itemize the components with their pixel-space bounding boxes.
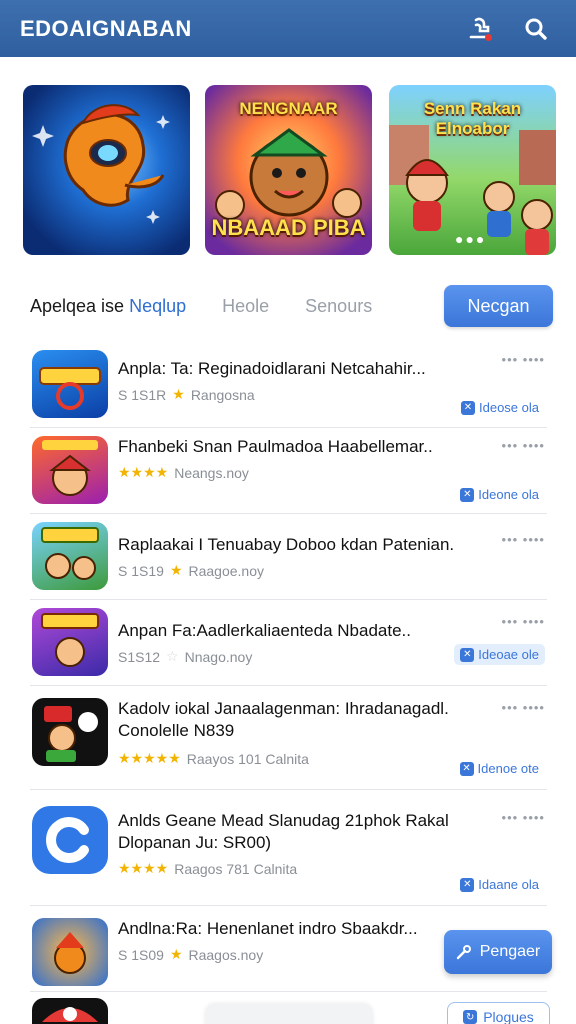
tab-heole[interactable]: Heole — [222, 296, 269, 317]
app-icon — [32, 608, 108, 676]
list-item-meta: S1S12 ☆ Nnago.noy — [118, 648, 252, 665]
more-options-icon[interactable]: ••• •••• — [502, 700, 545, 715]
featured-carousel: NENGNAAR NBAAAD PIBA Senn Rakan Elnoabor… — [23, 85, 559, 255]
list-item[interactable]: Raplaakai I Tenuabay Doboo kdan Patenian… — [30, 514, 547, 600]
list-item-rating-text: Raagoe.noy — [188, 562, 265, 579]
action-icon: ✕ — [459, 761, 474, 776]
list-item[interactable]: Anlds Geane Mead Slanudag 21phok Rakal D… — [30, 790, 547, 906]
star-icon: ☆ — [166, 648, 179, 664]
list-item-action-label: Ideoae ole — [478, 647, 539, 662]
action-icon: ✕ — [460, 487, 475, 502]
app-icon — [32, 998, 108, 1024]
app-icon — [32, 698, 108, 766]
app-icon — [32, 522, 108, 590]
list-item-meta: ★★★★ Neangs.noy — [118, 464, 249, 481]
list-item-rating-text: Rangosna — [190, 386, 255, 403]
list-item-code: S1S12 — [118, 648, 161, 665]
list-item-meta: S 1S19 ★ Raagoe.noy — [118, 562, 264, 579]
star-icon: ★ — [172, 386, 185, 402]
more-options-icon[interactable]: ••• •••• — [502, 352, 545, 367]
list-item-rating-text: Nnago.noy — [184, 648, 253, 665]
list-item-meta: S 1S1R ★ Rangosna — [118, 386, 255, 403]
list-item-rating-text: Raagos.noy — [188, 946, 264, 963]
app-icon — [32, 918, 108, 986]
list-item-rating-text: Neangs.noy — [174, 464, 249, 481]
list-item[interactable]: Kadolv iokal Janaalagenman: Ihradanagadl… — [30, 686, 547, 790]
bottom-popup[interactable] — [205, 1004, 373, 1024]
bottom-action-button[interactable]: ↻ Plogues — [447, 1002, 550, 1024]
search-icon[interactable] — [516, 9, 556, 49]
list-item-meta: S 1S09 ★ Raagos.noy — [118, 946, 263, 963]
tabs-action-button[interactable]: Necgan — [444, 285, 553, 327]
list-item-title: Kadolv iokal Janaalagenman: Ihradanagadl… — [118, 699, 449, 740]
featured-card-2-title: NENGNAAR — [239, 99, 338, 118]
app-icon — [32, 806, 108, 874]
list-item-action[interactable]: ✕ Idaane ola — [454, 874, 545, 895]
list-item-title: Anpla: Ta: Reginadoidlarani Netcahahir..… — [118, 359, 426, 378]
list-item-action-label: Ideose ola — [479, 400, 539, 415]
star-icon: ★ — [169, 946, 183, 962]
app-title: EDOAIGNABAN — [20, 15, 192, 41]
more-options-icon[interactable]: ••• •••• — [502, 810, 545, 825]
tab-senours[interactable]: Senours — [305, 296, 372, 317]
list-item[interactable]: Anpla: Ta: Reginadoidlarani Netcahahir..… — [30, 342, 547, 428]
app-header: EDOAIGNABAN — [0, 0, 576, 57]
list-item-meta: ★★★★★ Raayos 101 Calnita — [118, 750, 309, 767]
tab-active-label: Apelqea ise — [30, 295, 130, 316]
action-icon: ✕ — [460, 647, 475, 662]
list-item-action-label: Ideone ola — [478, 487, 539, 502]
featured-card-2-subtitle: NBAAAD PIBA — [211, 215, 366, 240]
list-item-rating-text: Raagos 781 Calnita — [174, 860, 298, 877]
carousel-dots[interactable]: ●●● — [455, 231, 486, 247]
notification-badge — [485, 33, 492, 41]
list-item-code: S 1S09 — [118, 946, 164, 963]
fab-label: Pengaer — [479, 943, 541, 960]
wrench-icon — [456, 945, 471, 960]
app-icon — [32, 436, 108, 504]
list-item-rating-text: Raayos 101 Calnita — [186, 750, 309, 767]
list-item[interactable]: Fhanbeki Snan Paulmadoa Haabellemar.. ★★… — [30, 428, 547, 514]
app-list: Anpla: Ta: Reginadoidlarani Netcahahir..… — [30, 342, 547, 992]
more-options-icon[interactable]: ••• •••• — [502, 532, 545, 547]
list-item-code: S 1S1R — [118, 386, 167, 403]
list-item-action[interactable]: ✕ Ideone ola — [454, 484, 545, 505]
list-item-action-label: Idenoe ote — [477, 761, 539, 776]
featured-card-3[interactable]: Senn Rakan Elnoabor ●●● — [389, 85, 556, 255]
list-item-title: Raplaakai I Tenuabay Doboo kdan Patenian… — [118, 535, 455, 554]
bottom-action-label: Plogues — [483, 1009, 534, 1024]
featured-card-2[interactable]: NENGNAAR NBAAAD PIBA — [205, 85, 372, 255]
list-item-title: Anlds Geane Mead Slanudag 21phok Rakal D… — [118, 811, 449, 852]
list-item-action[interactable]: ✕ Ideose ola — [455, 397, 545, 418]
action-icon: ✕ — [461, 400, 475, 415]
star-rating: ★★★★ — [118, 464, 169, 480]
more-options-icon[interactable]: ••• •••• — [502, 438, 545, 453]
floating-action-button[interactable]: Pengaer — [444, 930, 552, 974]
notifications-icon[interactable] — [460, 9, 500, 49]
star-rating: ★★★★★ — [118, 750, 181, 766]
list-item-title: Andlna:Ra: Henenlanet indro Sbaakdr... — [118, 919, 418, 938]
category-tabs: Apelqea ise Neqlup Heole Senours Necgan — [30, 284, 553, 328]
list-item-code: S 1S19 — [118, 562, 164, 579]
featured-card-3-title: Senn Rakan Elnoabor — [423, 99, 522, 138]
action-icon: ✕ — [460, 877, 475, 892]
star-icon: ★ — [169, 562, 183, 578]
tab-active[interactable]: Apelqea ise Neqlup — [30, 296, 186, 317]
list-item-action[interactable]: ✕ Idenoe ote — [454, 758, 545, 779]
list-item-title: Fhanbeki Snan Paulmadoa Haabellemar.. — [118, 437, 433, 456]
tab-active-accent: Neqlup — [129, 295, 187, 316]
list-item[interactable]: Anpan Fa:Aadlerkaliaenteda Nbadate.. S1S… — [30, 600, 547, 686]
featured-card-1[interactable] — [23, 85, 190, 255]
star-rating: ★★★★ — [118, 860, 169, 876]
app-icon — [32, 350, 108, 418]
refresh-icon: ↻ — [463, 1010, 478, 1024]
list-item-title: Anpan Fa:Aadlerkaliaenteda Nbadate.. — [118, 621, 411, 640]
list-item-action-label: Idaane ola — [478, 877, 539, 892]
more-options-icon[interactable]: ••• •••• — [502, 614, 545, 629]
list-item-meta: ★★★★ Raagos 781 Calnita — [118, 860, 297, 877]
list-item-action[interactable]: ✕ Ideoae ole — [454, 644, 545, 665]
